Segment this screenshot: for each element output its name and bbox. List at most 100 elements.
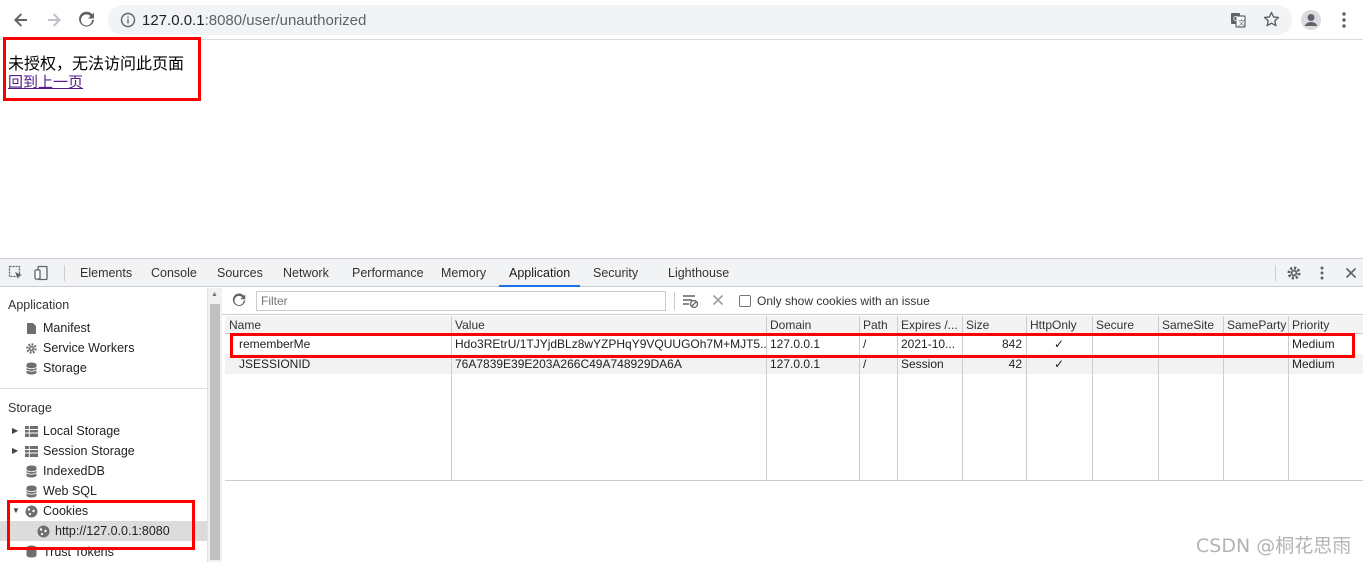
tab-divider-right [1275, 265, 1276, 281]
sidebar-item-label: Trust Tokens [43, 544, 114, 559]
reload-icon[interactable] [75, 8, 99, 32]
page-viewport: 未授权，无法访问此页面 回到上一页 [0, 41, 1363, 258]
sidebar-item-manifest[interactable]: Manifest [24, 318, 90, 338]
column-header-path[interactable]: Path [859, 316, 897, 334]
sidebar-scrollbar[interactable]: ▲ [207, 288, 222, 562]
column-separator[interactable] [897, 316, 898, 481]
sidebar-header-application: Application [8, 298, 70, 312]
gear-icon[interactable] [1286, 265, 1302, 281]
devtools-more-icon[interactable] [1314, 265, 1330, 281]
cell-secure [1092, 354, 1158, 374]
column-header-samesite[interactable]: SameSite [1158, 316, 1223, 334]
column-separator[interactable] [1158, 316, 1159, 481]
kebab-menu-icon[interactable] [1332, 8, 1356, 32]
grid-icon [24, 424, 38, 438]
inspect-element-icon[interactable] [8, 265, 24, 281]
tab-sources[interactable]: Sources [217, 259, 263, 287]
column-separator[interactable] [1288, 316, 1289, 481]
translate-icon[interactable]: G文 [1230, 12, 1246, 33]
sidebar-item-trust-tokens[interactable]: Trust Tokens [24, 541, 114, 562]
tab-console[interactable]: Console [151, 259, 197, 287]
sidebar-item-label: IndexedDB [43, 464, 105, 478]
forward-arrow-icon[interactable] [42, 8, 66, 32]
column-header-priority[interactable]: Priority [1288, 316, 1363, 334]
sidebar-item-cookies[interactable]: Cookies [24, 501, 88, 521]
cell-size: 42 [1008, 357, 1022, 371]
clear-filtered-icon[interactable] [682, 293, 699, 312]
column-header-domain[interactable]: Domain [766, 316, 859, 334]
sidebar-item-session-storage[interactable]: Session Storage [24, 441, 135, 461]
column-separator[interactable] [451, 316, 452, 481]
column-separator[interactable] [859, 316, 860, 481]
url-text: 127.0.0.1:8080/user/unauthorized [142, 12, 366, 29]
tab-memory[interactable]: Memory [441, 259, 486, 287]
tab-network[interactable]: Network [283, 259, 329, 287]
back-link[interactable]: 回到上一页 [8, 71, 83, 92]
tab-performance[interactable]: Performance [352, 259, 424, 287]
collapse-triangle-icon[interactable]: ▼ [12, 506, 20, 515]
url-host: 127.0.0.1 [142, 12, 205, 29]
sidebar-item-local-storage[interactable]: Local Storage [24, 421, 120, 441]
only-issues-checkbox[interactable] [739, 295, 751, 307]
database-icon [24, 484, 38, 498]
column-header-name[interactable]: Name [225, 316, 451, 334]
cookies-table: Name Value Domain Path Expires /... Size… [225, 316, 1363, 481]
back-arrow-icon[interactable] [9, 8, 33, 32]
scroll-up-arrow-icon[interactable]: ▲ [211, 291, 218, 298]
column-separator[interactable] [766, 316, 767, 481]
devtools-panel: Elements Console Sources Network Perform… [0, 258, 1363, 562]
tab-lighthouse[interactable]: Lighthouse [668, 259, 729, 287]
cell-path: / [863, 357, 867, 371]
browser-toolbar: 127.0.0.1:8080/user/unauthorized G文 [0, 0, 1363, 40]
scrollbar-thumb[interactable] [210, 304, 220, 560]
column-header-sameparty[interactable]: SameParty [1223, 316, 1288, 334]
database-icon [24, 361, 38, 375]
column-header-httponly[interactable]: HttpOnly [1026, 316, 1092, 334]
column-separator[interactable] [962, 316, 963, 481]
database-icon [24, 464, 38, 478]
table-row[interactable]: JSESSIONID 76A7839E39E203A266C49A748929D… [225, 354, 1363, 374]
toolbar-divider [674, 292, 675, 310]
tab-application[interactable]: Application [499, 259, 581, 287]
cell-sameparty [1223, 334, 1288, 354]
cell-domain: 127.0.0.1 [770, 337, 821, 351]
cell-value: 76A7839E39E203A266C49A748929DA6A [455, 357, 682, 371]
column-header-secure[interactable]: Secure [1092, 316, 1158, 334]
tab-security[interactable]: Security [593, 259, 638, 287]
sidebar-item-web-sql[interactable]: Web SQL [24, 481, 97, 501]
column-separator[interactable] [1223, 316, 1224, 481]
only-issues-label: Only show cookies with an issue [757, 294, 930, 308]
tab-elements[interactable]: Elements [80, 259, 132, 287]
info-icon[interactable] [120, 12, 136, 33]
cookies-toolbar: Only show cookies with an issue [222, 288, 1363, 315]
column-separator[interactable] [1092, 316, 1093, 481]
cell-sameparty [1223, 354, 1288, 374]
cell-path: / [863, 337, 867, 351]
sidebar-item-cookie-origin[interactable]: http://127.0.0.1:8080 [36, 521, 170, 541]
filter-input[interactable] [257, 292, 665, 310]
application-sidebar: Application Manifest Service Workers Sto… [0, 288, 207, 562]
column-header-value[interactable]: Value [451, 316, 766, 334]
sidebar-item-label: Storage [43, 361, 87, 375]
column-header-expires[interactable]: Expires /... [897, 316, 962, 334]
profile-avatar-icon[interactable] [1299, 8, 1323, 32]
column-header-size[interactable]: Size [962, 316, 1026, 334]
sidebar-item-indexeddb[interactable]: IndexedDB [24, 461, 105, 481]
expand-triangle-icon[interactable]: ▶ [12, 426, 18, 435]
delete-selected-icon[interactable] [712, 294, 724, 309]
refresh-icon[interactable] [232, 293, 247, 311]
sidebar-item-storage[interactable]: Storage [24, 358, 87, 378]
expand-triangle-icon[interactable]: ▶ [12, 446, 18, 455]
cell-value: Hdo3REtrU/1TJYjdBLz8wYZPHqY9VQUUGOh7M+MJ… [455, 337, 766, 351]
table-row[interactable]: rememberMe Hdo3REtrU/1TJYjdBLz8wYZPHqY9V… [225, 334, 1363, 354]
close-icon[interactable] [1343, 265, 1359, 281]
sidebar-item-service-workers[interactable]: Service Workers [24, 338, 134, 358]
column-separator[interactable] [1026, 316, 1027, 481]
sidebar-item-label: Web SQL [43, 484, 97, 498]
star-bookmark-icon[interactable] [1263, 11, 1280, 33]
device-toolbar-icon[interactable] [34, 265, 50, 281]
cell-secure [1092, 334, 1158, 354]
address-bar[interactable]: 127.0.0.1:8080/user/unauthorized G文 [108, 5, 1292, 35]
cookies-pane: Only show cookies with an issue Name Val… [222, 288, 1363, 562]
only-issues-toggle[interactable]: Only show cookies with an issue [739, 294, 930, 308]
